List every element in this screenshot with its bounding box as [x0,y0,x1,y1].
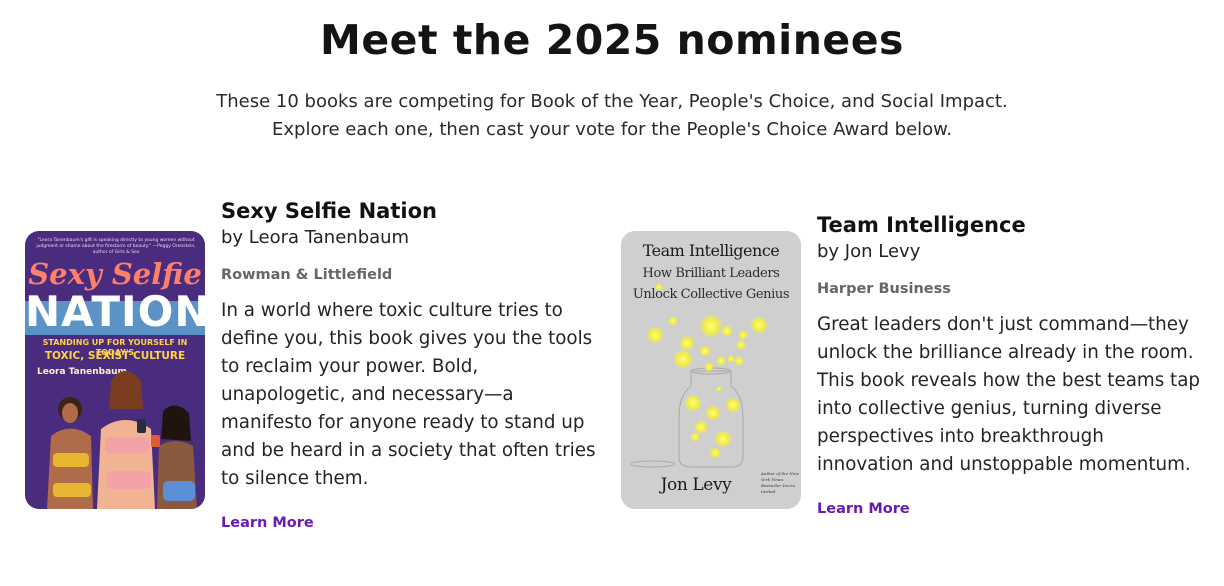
book-cover-image[interactable]: "Leora Tanenbaum's gift is speaking dire… [25,231,205,509]
book-title: Sexy Selfie Nation [221,199,437,223]
book-author: by Leora Tanenbaum [221,227,410,248]
book-description: Great leaders don't just command—they un… [817,314,1201,475]
book-info: Team Intelligence by Jon Levy Harper Bus… [817,212,1202,517]
learn-more-link[interactable]: Learn More [817,501,910,517]
book-author: by Jon Levy [817,241,921,262]
book-title: Team Intelligence [817,213,1026,237]
book-publisher: Rowman & Littlefield [221,267,393,283]
page-title: Meet the 2025 nominees [320,16,904,64]
nominees-section: Meet the 2025 nominees These 10 books ar… [0,0,1224,586]
cover-blurb: Author of the New York Times Bestseller … [761,471,799,494]
book-description: In a world where toxic culture tries to … [221,300,596,489]
learn-more-link[interactable]: Learn More [221,515,314,531]
book-cover-image[interactable]: Team Intelligence How Brilliant Leaders … [621,231,801,509]
cover-illustration [47,371,197,509]
intro-text: These 10 books are competing for Book of… [216,91,1008,140]
book-publisher: Harper Business [817,281,951,297]
firefly-jar-illustration [630,283,768,468]
book-info: Sexy Selfie Nation by Leora Tanenbaum Ro… [221,198,606,531]
